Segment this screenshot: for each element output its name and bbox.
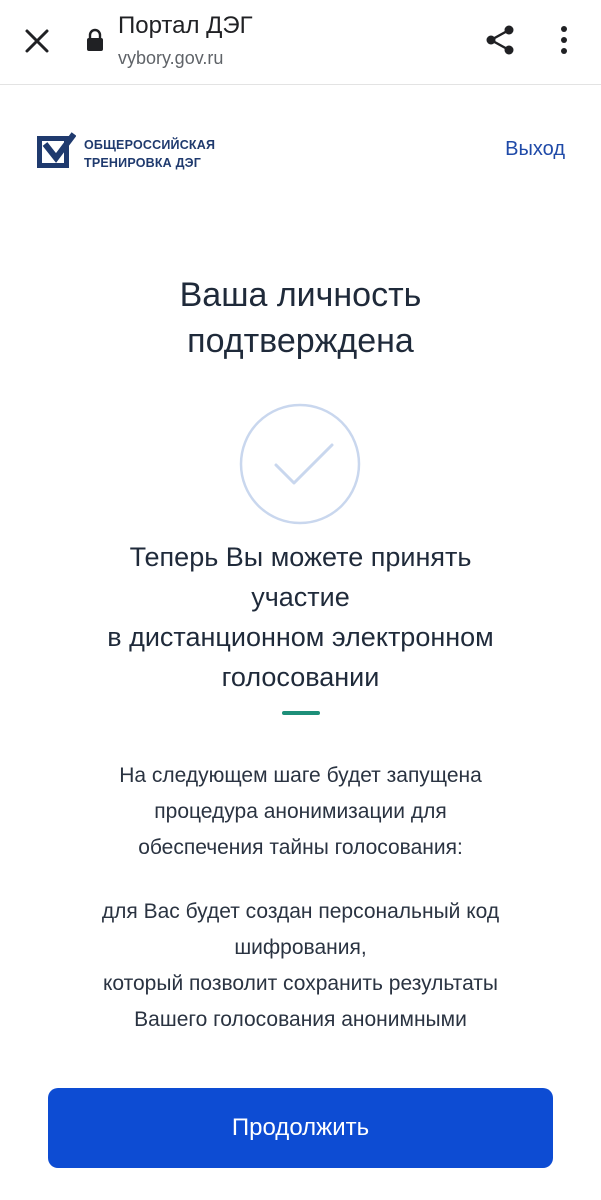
anonymization-paragraph: На следующем шаге будет запущена процеду… <box>0 758 601 866</box>
para1-line-3: обеспечения тайны голосования: <box>138 836 463 859</box>
participation-subheading: Теперь Вы можете принять участие в диста… <box>0 537 601 697</box>
accent-divider <box>282 711 320 715</box>
heading-line-1: Ваша личность <box>179 276 422 314</box>
para2-line-2: шифрования, <box>234 936 367 959</box>
subheading-line-1: Теперь Вы можете принять <box>129 542 472 572</box>
subheading-line-2: участие <box>251 582 350 612</box>
logo-line-1: Общероссийская <box>84 138 216 152</box>
page-title: Портал ДЭГ <box>118 12 253 39</box>
dag-logo-icon <box>37 132 76 168</box>
para2-line-3: который позволит сохранить результаты <box>102 972 498 995</box>
continue-button[interactable]: Продолжить <box>48 1088 553 1168</box>
identity-confirmed-heading: Ваша личность подтверждена <box>0 272 601 364</box>
check-circle-icon <box>239 403 361 525</box>
para1-line-2: процедура анонимизации для <box>154 800 447 823</box>
more-vertical-icon[interactable] <box>556 24 572 56</box>
para2-line-4: Вашего голосования анонимными <box>134 1008 467 1031</box>
lock-icon <box>87 28 103 51</box>
para1-line-1: На следующем шаге будет запущена <box>119 764 482 787</box>
browser-top-bar: Портал ДЭГ vybory.gov.ru <box>0 0 601 85</box>
logout-link[interactable]: Выход <box>505 138 565 161</box>
share-icon[interactable] <box>484 24 516 56</box>
heading-line-2: подтверждена <box>187 322 414 360</box>
subheading-line-3: в дистанционном электронном <box>107 622 494 652</box>
encryption-code-paragraph: для Вас будет создан персональный код ши… <box>0 894 601 1038</box>
logo-text: Общероссийская тренировка ДЭГ <box>84 136 215 172</box>
subheading-line-4: голосовании <box>221 662 380 692</box>
page-url: vybory.gov.ru <box>118 48 224 68</box>
para2-line-1: для Вас будет создан персональный код <box>101 900 500 923</box>
logo-line-2: тренировка ДЭГ <box>84 156 202 170</box>
close-icon[interactable] <box>24 28 50 54</box>
